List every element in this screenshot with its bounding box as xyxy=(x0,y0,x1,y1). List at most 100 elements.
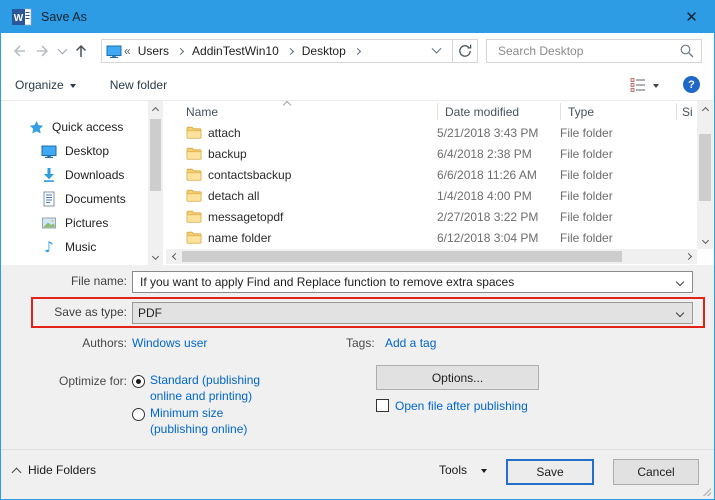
radio-standard-label[interactable]: Standard (publishing online and printing… xyxy=(150,372,280,404)
search-icon[interactable] xyxy=(679,43,695,59)
file-name-cell: backup xyxy=(164,147,437,161)
table-row[interactable]: messagetopdf 2/27/2018 3:22 PM File fold… xyxy=(164,206,697,227)
forward-button[interactable] xyxy=(31,39,55,63)
sidebar-scrollbar-thumb[interactable] xyxy=(150,119,161,191)
column-header-size[interactable]: Si xyxy=(682,105,693,119)
chevron-down-icon[interactable] xyxy=(675,277,685,287)
file-name-cell: detach all xyxy=(164,189,437,203)
tools-label: Tools xyxy=(439,463,468,477)
navigation-bar: « Users AddinTestWin10 Desktop xyxy=(1,33,714,69)
save-as-type-combobox[interactable]: PDF xyxy=(132,302,693,324)
table-row[interactable]: detach all 1/4/2018 4:00 PM File folder xyxy=(164,185,697,206)
tools-dropdown[interactable]: Tools xyxy=(439,463,488,477)
authors-value-link[interactable]: Windows user xyxy=(132,336,207,350)
scroll-right-button[interactable] xyxy=(682,249,697,264)
search-input[interactable] xyxy=(496,43,679,59)
file-name-text: attach xyxy=(208,125,241,140)
column-header-type[interactable]: Type xyxy=(568,105,594,119)
type-cell: File folder xyxy=(560,146,613,161)
cancel-button[interactable]: Cancel xyxy=(613,459,699,485)
file-name-combobox xyxy=(132,271,693,293)
scrollbar-thumb[interactable] xyxy=(699,134,711,201)
recent-locations-button[interactable] xyxy=(55,39,69,63)
breadcrumb-collapsed[interactable]: « xyxy=(122,44,133,58)
breadcrumb-separator-icon xyxy=(176,47,185,55)
command-toolbar: Organize New folder ? xyxy=(1,69,714,101)
date-modified-cell: 6/4/2018 2:38 PM xyxy=(437,146,532,161)
breadcrumb-item-user[interactable]: AddinTestWin10 xyxy=(187,44,284,58)
cancel-button-label: Cancel xyxy=(637,465,675,479)
options-button[interactable]: Options... xyxy=(376,365,539,390)
word-app-icon: W xyxy=(12,8,32,26)
sidebar-item-desktop[interactable]: Desktop xyxy=(41,140,109,162)
open-file-after-publishing-label[interactable]: Open file after publishing xyxy=(395,399,528,413)
title-bar: W Save As ✕ xyxy=(1,1,714,33)
file-name-cell: messagetopdf xyxy=(164,210,437,224)
save-as-type-label: Save as type: xyxy=(54,305,127,319)
main-area: Quick access Desktop Downloads Documents… xyxy=(1,100,714,265)
file-list: Name Date modified Type Si attach 5/21/2… xyxy=(164,100,713,265)
type-cell: File folder xyxy=(560,230,613,245)
sidebar-item-quick-access[interactable]: Quick access xyxy=(29,116,123,138)
back-button[interactable] xyxy=(7,39,31,63)
change-view-button[interactable] xyxy=(629,77,659,93)
save-button[interactable]: Save xyxy=(506,459,594,485)
scrollbar-thumb[interactable] xyxy=(182,251,622,262)
file-name-cell: attach xyxy=(164,126,437,140)
radio-minimum-size[interactable] xyxy=(132,408,145,421)
table-row[interactable]: backup 6/4/2018 2:38 PM File folder xyxy=(164,143,697,164)
sidebar-item-downloads[interactable]: Downloads xyxy=(41,164,124,186)
sidebar-item-documents[interactable]: Documents xyxy=(41,188,126,210)
music-note-icon: ♪ xyxy=(44,238,54,256)
file-name-cell: contactsbackup xyxy=(164,168,437,182)
downloads-icon xyxy=(44,168,54,182)
options-button-label: Options... xyxy=(431,370,484,385)
scroll-down-button[interactable] xyxy=(697,234,713,249)
resize-grip[interactable] xyxy=(703,488,711,496)
open-file-after-publishing-checkbox[interactable] xyxy=(376,399,389,412)
folder-icon xyxy=(186,189,202,202)
help-button[interactable]: ? xyxy=(683,76,700,93)
refresh-button[interactable] xyxy=(453,39,478,63)
type-cell: File folder xyxy=(560,125,613,140)
tags-label: Tags: xyxy=(346,336,375,350)
scroll-left-button[interactable] xyxy=(166,249,181,264)
breadcrumb-item-desktop[interactable]: Desktop xyxy=(297,44,351,58)
hide-folders-button[interactable]: Hide Folders xyxy=(11,463,96,477)
dropdown-arrow-icon xyxy=(481,469,488,473)
sidebar-scroll-down-button[interactable] xyxy=(148,250,163,265)
file-name-text: detach all xyxy=(208,188,260,203)
forward-arrow-icon xyxy=(37,45,49,57)
breadcrumb-item-users[interactable]: Users xyxy=(133,44,174,58)
file-rows: attach 5/21/2018 3:43 PM File folder bac… xyxy=(164,122,697,248)
new-folder-button[interactable]: New folder xyxy=(110,78,167,92)
dropdown-arrow-icon xyxy=(69,83,76,88)
chevron-down-icon[interactable] xyxy=(675,308,685,318)
column-header-date-modified[interactable]: Date modified xyxy=(445,105,519,119)
organize-button[interactable]: Organize xyxy=(15,78,76,92)
table-row[interactable]: name folder 6/12/2018 3:04 PM File folde… xyxy=(164,227,697,248)
svg-text:W: W xyxy=(14,13,24,24)
sidebar-scroll-up-button[interactable] xyxy=(148,101,163,116)
sidebar-item-music[interactable]: ♪ Music xyxy=(41,236,96,258)
sort-ascending-icon xyxy=(282,100,292,110)
sidebar-item-pictures[interactable]: Pictures xyxy=(41,212,108,234)
radio-minimum-size-label[interactable]: Minimum size (publishing online) xyxy=(150,405,280,437)
up-button[interactable] xyxy=(69,39,93,63)
type-cell: File folder xyxy=(560,167,613,182)
breadcrumb-dropdown-icon[interactable] xyxy=(431,43,442,54)
column-header-name[interactable]: Name xyxy=(186,105,218,119)
add-a-tag-link[interactable]: Add a tag xyxy=(385,336,436,350)
close-button[interactable]: ✕ xyxy=(669,1,714,33)
file-name-input[interactable] xyxy=(138,274,668,290)
file-name-text: contactsbackup xyxy=(208,167,292,182)
breadcrumb[interactable]: « Users AddinTestWin10 Desktop xyxy=(101,39,453,63)
radio-standard[interactable] xyxy=(132,375,145,388)
table-row[interactable]: contactsbackup 6/6/2018 11:26 AM File fo… xyxy=(164,164,697,185)
save-options-area: File name: Save as type: PDF Authors: Wi… xyxy=(1,265,714,449)
folder-icon xyxy=(186,147,202,160)
scroll-up-button[interactable] xyxy=(697,101,713,116)
documents-icon xyxy=(43,191,55,207)
details-view-icon xyxy=(630,77,645,92)
table-row[interactable]: attach 5/21/2018 3:43 PM File folder xyxy=(164,122,697,143)
